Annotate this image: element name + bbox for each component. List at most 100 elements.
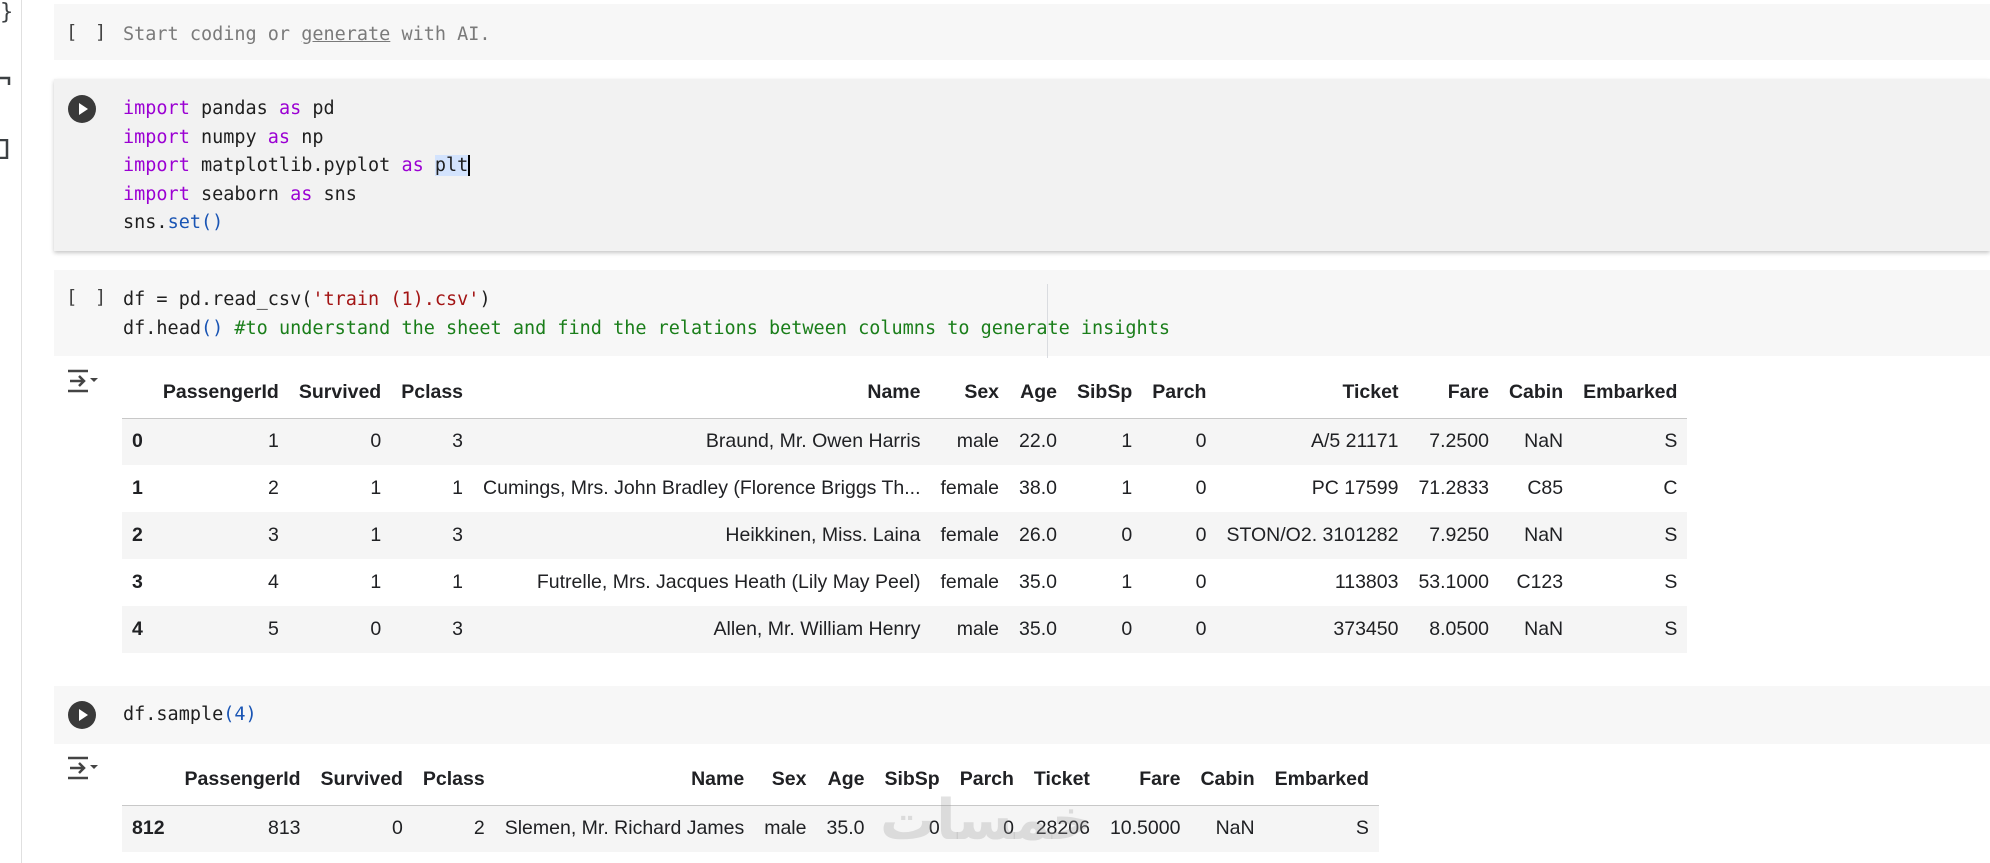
- column-header: Embarked: [1583, 381, 1678, 404]
- table-cell: 3: [452, 618, 464, 640]
- table-cell: 3: [452, 430, 464, 453]
- table-cell: [413, 852, 495, 863]
- table-cell: 1: [370, 477, 382, 499]
- column-header: Cabin: [1508, 381, 1564, 404]
- table-cell: [1190, 852, 1264, 863]
- table-cell: 0: [1003, 817, 1014, 840]
- code-editor[interactable]: df.sample(4): [123, 701, 257, 730]
- table-cell: 28206: [1035, 817, 1090, 840]
- table-cell: Heikkinen, Miss. Laina: [725, 524, 921, 546]
- column-header: Age: [827, 768, 865, 791]
- table-cell: 1: [267, 430, 279, 453]
- output-actions-icon[interactable]: [66, 367, 98, 395]
- table-cell: 35.0: [1019, 618, 1057, 640]
- table-cell: 0: [1195, 430, 1207, 453]
- table-row: 1 2 1 1 Cumings, Mrs. John Bradley (Flor…: [122, 465, 1688, 512]
- code-line: import seaborn as sns: [123, 183, 357, 205]
- execution-count: [ ]: [66, 21, 110, 43]
- link-icon[interactable]: [0, 76, 12, 90]
- table-cell: 35.0: [826, 817, 865, 840]
- table-row: [122, 852, 1379, 863]
- table-cell: 53.1000: [1418, 571, 1489, 593]
- column-header: Embarked: [1274, 768, 1369, 791]
- code-editor[interactable]: df = pd.read_csv('train (1).csv') df.hea…: [123, 286, 1170, 343]
- placeholder-suffix: with AI.: [390, 24, 491, 45]
- column-header: Fare: [1447, 381, 1489, 404]
- imports-code-cell[interactable]: import pandas as pd import numpy as np i…: [54, 79, 1990, 251]
- table-cell: 1: [1121, 571, 1133, 593]
- table-cell: [1100, 852, 1191, 863]
- output-actions-icon[interactable]: [66, 754, 98, 782]
- row-index: 2: [132, 524, 143, 546]
- table-cell: 0: [370, 618, 382, 640]
- empty-code-cell[interactable]: [ ] Start coding or generate with AI.: [54, 4, 1990, 60]
- table-cell: C: [1663, 477, 1678, 499]
- table-cell: 3: [452, 524, 464, 546]
- column-header: Parch: [959, 768, 1014, 791]
- column-header: PassengerId: [184, 768, 301, 791]
- table-cell: 113803: [1334, 571, 1399, 593]
- table-cell: 3: [267, 524, 279, 546]
- code-editor[interactable]: import pandas as pd import numpy as np i…: [123, 95, 471, 238]
- code-line: df.head() #to understand the sheet and f…: [123, 317, 1170, 339]
- column-header: Name: [691, 768, 745, 791]
- table-cell: 4: [267, 571, 279, 593]
- column-header: PassengerId: [162, 381, 279, 404]
- table-cell: 0: [1121, 524, 1133, 546]
- row-index: 0: [132, 430, 143, 453]
- table-cell: S: [1664, 430, 1678, 453]
- table-cell: 1: [452, 477, 464, 499]
- table-row: 3 4 1 1 Futrelle, Mrs. Jacques Heath (Li…: [122, 559, 1688, 606]
- table-cell: [1024, 852, 1100, 863]
- table-cell: 0: [1121, 618, 1133, 640]
- read-csv-code-cell[interactable]: [ ] df = pd.read_csv('train (1).csv') df…: [54, 270, 1990, 356]
- table-cell: 1: [370, 571, 382, 593]
- table-cell: [754, 852, 816, 863]
- run-cell-button[interactable]: [68, 701, 96, 729]
- run-cell-button[interactable]: [68, 95, 96, 123]
- table-cell: 813: [267, 817, 301, 840]
- sample-code-cell[interactable]: df.sample(4): [54, 686, 1990, 744]
- table-cell: male: [956, 430, 1000, 453]
- placeholder-prefix: Start coding or: [123, 24, 302, 45]
- column-header: Survived: [320, 768, 403, 791]
- table-cell: 0: [1195, 477, 1207, 499]
- table-cell: [495, 852, 755, 863]
- table-cell: NaN: [1524, 524, 1564, 546]
- table-cell: 71.2833: [1418, 477, 1489, 499]
- table-cell: S: [1664, 524, 1678, 546]
- table-cell: C123: [1516, 571, 1564, 593]
- table-cell: 0: [370, 430, 382, 453]
- table-cell: 0: [1195, 524, 1207, 546]
- sample-dataframe-table: PassengerId Survived Pclass Name Sex Age…: [122, 755, 1379, 863]
- table-cell: 0: [392, 817, 403, 840]
- code-line: sns.set(): [123, 212, 224, 233]
- cell-placeholder[interactable]: Start coding or generate with AI.: [123, 21, 491, 50]
- table-cell: [175, 852, 311, 863]
- column-header: Pclass: [422, 768, 485, 791]
- table-cell: 2: [267, 477, 279, 499]
- column-header: SibSp: [1076, 381, 1133, 404]
- table-cell: 1: [1121, 477, 1133, 499]
- execution-count: [ ]: [66, 286, 110, 308]
- table-cell: male: [956, 618, 1000, 640]
- table-cell: [817, 852, 875, 863]
- table-cell: female: [940, 524, 1000, 546]
- left-rail: }: [0, 0, 22, 863]
- table-cell: 10.5000: [1109, 817, 1181, 840]
- column-header: [122, 755, 175, 805]
- column-header: Cabin: [1200, 768, 1255, 791]
- generate-link[interactable]: generate: [301, 24, 390, 45]
- column-header: [122, 368, 153, 418]
- table-cell: male: [764, 817, 807, 840]
- closing-brace: }: [0, 0, 14, 25]
- row-index: 1: [132, 477, 143, 499]
- table-row: 0 1 0 3 Braund, Mr. Owen Harris male 22.…: [122, 418, 1688, 465]
- table-cell: S: [1664, 571, 1678, 593]
- panel-icon[interactable]: [0, 139, 10, 159]
- table-cell: S: [1664, 618, 1678, 640]
- table-cell: 7.2500: [1429, 430, 1489, 453]
- text-cursor: plt: [434, 155, 471, 176]
- table-cell: 1: [452, 571, 464, 593]
- table-cell: [1265, 852, 1379, 863]
